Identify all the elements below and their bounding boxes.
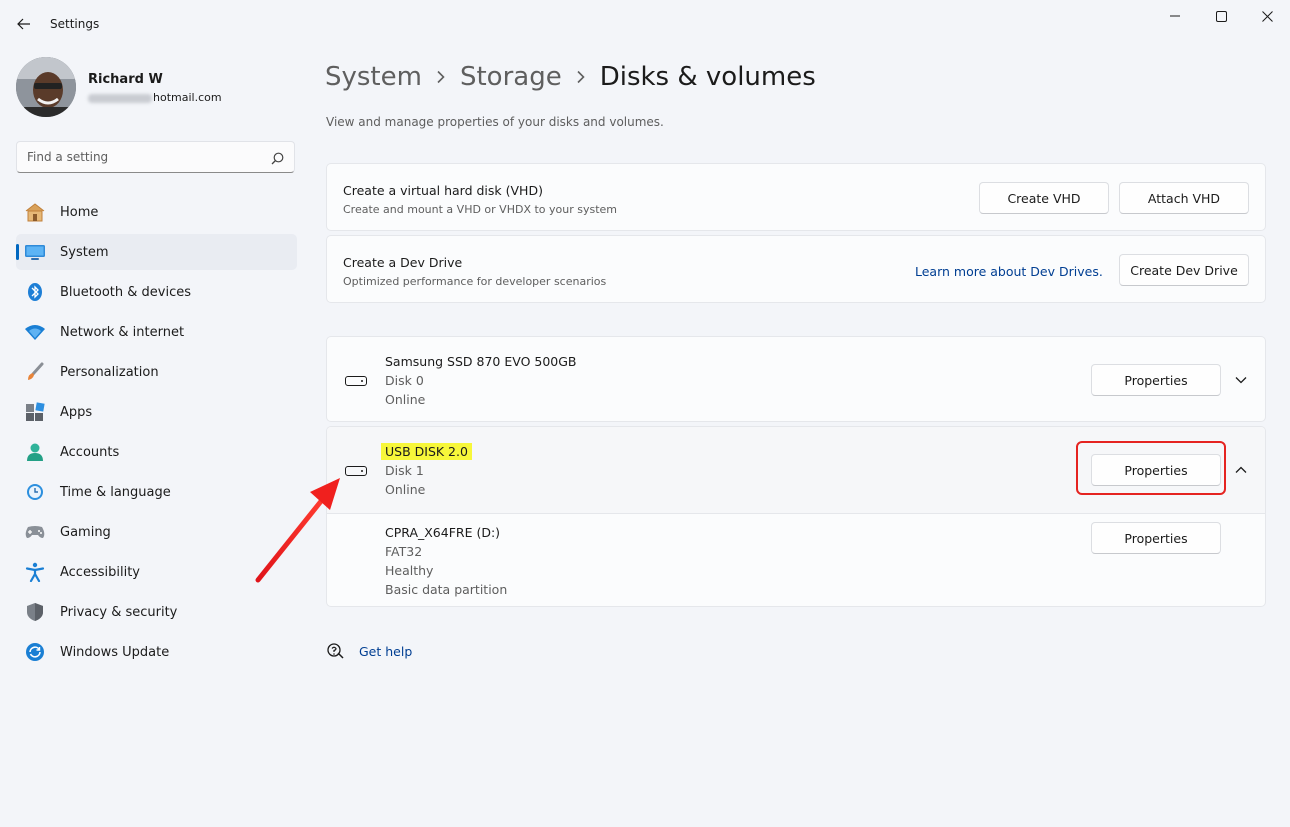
close-button[interactable] (1244, 0, 1290, 32)
breadcrumb-system[interactable]: System (325, 62, 422, 92)
dev-drive-learn-more-link[interactable]: Learn more about Dev Drives. (915, 264, 1103, 279)
sidebar-item-windows-update[interactable]: Windows Update (16, 634, 297, 670)
sidebar-item-privacy-security[interactable]: Privacy & security (16, 594, 297, 630)
sidebar-item-bluetooth[interactable]: Bluetooth & devices (16, 274, 297, 310)
maximize-button[interactable] (1198, 0, 1244, 32)
search-input[interactable] (17, 142, 257, 172)
annotation-highlight-box (1076, 441, 1226, 495)
app-title: Settings (50, 17, 100, 31)
chevron-right-icon (576, 70, 586, 84)
sidebar-item-label: Accessibility (60, 564, 140, 580)
minimize-button[interactable] (1152, 0, 1198, 32)
vhd-description: Create and mount a VHD or VHDX to your s… (343, 203, 618, 216)
help-chat-icon (326, 642, 346, 664)
sidebar-item-label: Network & internet (60, 324, 185, 340)
disk-number: Disk 1 (385, 463, 424, 478)
sidebar-item-label: Windows Update (60, 644, 170, 660)
volume-health: Healthy (385, 563, 434, 578)
volume-name: CPRA_X64FRE (D:) (385, 525, 501, 540)
update-icon (24, 642, 46, 662)
gamepad-icon (24, 522, 46, 542)
volume-row[interactable]: CPRA_X64FRE (D:) FAT32 Healthy Basic dat… (327, 514, 1265, 606)
attach-vhd-button[interactable]: Attach VHD (1119, 182, 1249, 214)
get-help-label: Get help (359, 644, 413, 659)
sidebar-item-personalization[interactable]: Personalization (16, 354, 297, 390)
disk-number: Disk 0 (385, 373, 424, 388)
back-arrow-icon (17, 18, 30, 30)
dev-drive-card: Create a Dev Drive Optimized performance… (326, 235, 1266, 303)
page-subtitle: View and manage properties of your disks… (326, 115, 664, 129)
chevron-down-icon[interactable] (1231, 370, 1251, 390)
dev-drive-description: Optimized performance for developer scen… (343, 275, 607, 288)
user-profile[interactable]: Richard W hotmail.com (16, 57, 286, 117)
email-redaction (88, 93, 152, 103)
user-email: hotmail.com (88, 91, 222, 104)
accounts-icon (24, 442, 46, 462)
avatar (16, 57, 76, 117)
search-icon[interactable] (271, 150, 284, 169)
sidebar-item-label: Home (60, 204, 99, 220)
clock-icon (24, 482, 46, 502)
sidebar-item-label: Apps (60, 404, 93, 420)
home-icon (24, 202, 46, 222)
annotation-arrow-icon (255, 478, 340, 583)
sidebar-item-home[interactable]: Home (16, 194, 297, 230)
sidebar-item-label: Bluetooth & devices (60, 284, 191, 300)
disk-name: USB DISK 2.0 (381, 443, 472, 460)
volume-properties-button[interactable]: Properties (1091, 522, 1221, 554)
volume-type: Basic data partition (385, 582, 508, 597)
page-title: Disks & volumes (599, 62, 816, 92)
bluetooth-icon (24, 282, 46, 302)
disk-status: Online (385, 482, 426, 497)
disk-name-highlight: USB DISK 2.0 (381, 443, 472, 460)
disk-icon (345, 376, 367, 386)
brush-icon (24, 362, 46, 382)
system-icon (24, 242, 46, 262)
sidebar-item-label: Time & language (60, 484, 171, 500)
sidebar-item-label: Personalization (60, 364, 159, 380)
create-vhd-button[interactable]: Create VHD (979, 182, 1109, 214)
sidebar-item-system[interactable]: System (16, 234, 297, 270)
search-box[interactable] (16, 141, 295, 173)
disk-name: Samsung SSD 870 EVO 500GB (385, 354, 577, 369)
minimize-icon (1170, 15, 1180, 17)
vhd-card: Create a virtual hard disk (VHD) Create … (326, 163, 1266, 231)
sidebar-item-label: Gaming (60, 524, 111, 540)
sidebar-item-label: System (60, 244, 109, 260)
close-icon (1261, 10, 1273, 22)
create-dev-drive-button[interactable]: Create Dev Drive (1119, 254, 1249, 286)
sidebar-item-apps[interactable]: Apps (16, 394, 297, 430)
volume-filesystem: FAT32 (385, 544, 423, 559)
user-name: Richard W (88, 72, 163, 87)
sidebar-item-label: Accounts (60, 444, 120, 460)
shield-icon (24, 602, 46, 622)
sidebar-item-accounts[interactable]: Accounts (16, 434, 297, 470)
vhd-title: Create a virtual hard disk (VHD) (343, 183, 543, 198)
chevron-right-icon (436, 70, 446, 84)
disk0-properties-button[interactable]: Properties (1091, 364, 1221, 396)
dev-drive-title: Create a Dev Drive (343, 255, 463, 270)
accessibility-icon (24, 562, 46, 582)
disk-status: Online (385, 392, 426, 407)
sidebar-item-label: Privacy & security (60, 604, 178, 620)
breadcrumb-storage[interactable]: Storage (460, 62, 562, 92)
back-button[interactable] (12, 11, 36, 37)
sidebar-nav: Home System Bluetooth & devices Network … (16, 194, 297, 674)
disk-card-samsung[interactable]: Samsung SSD 870 EVO 500GB Disk 0 Online … (326, 336, 1266, 422)
wifi-icon (24, 322, 46, 342)
chevron-up-icon[interactable] (1231, 460, 1251, 480)
maximize-icon (1215, 10, 1227, 22)
breadcrumb: System Storage Disks & volumes (325, 58, 816, 96)
title-bar: Settings (0, 0, 1290, 48)
sidebar-item-network[interactable]: Network & internet (16, 314, 297, 350)
apps-icon (24, 402, 46, 422)
